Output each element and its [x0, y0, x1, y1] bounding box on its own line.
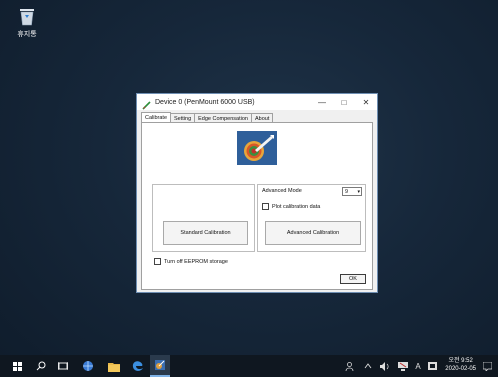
- chevron-down-icon: ▾: [357, 189, 360, 195]
- edge-browser-icon: [132, 361, 143, 371]
- minimize-button[interactable]: —: [311, 94, 333, 110]
- penmount-target-logo: [237, 131, 277, 165]
- window-title: Device 0 (PenMount 6000 USB): [155, 98, 255, 106]
- clock-time: 오전 9:52: [448, 358, 473, 364]
- people-icon[interactable]: [342, 355, 356, 377]
- windows-logo-icon: [12, 361, 22, 371]
- keyboard-icon[interactable]: [426, 355, 438, 377]
- task-view-icon: [58, 362, 68, 370]
- eeprom-checkbox[interactable]: [154, 258, 161, 265]
- penmount-app-icon: [155, 360, 165, 370]
- maximize-button[interactable]: □: [333, 94, 355, 110]
- search-icon: [36, 361, 46, 371]
- taskbar-clock[interactable]: 오전 9:52 2020-02-05: [445, 357, 476, 373]
- taskbar: A 오전 9:52 2020-02-05: [0, 355, 498, 377]
- taskbar-app-network[interactable]: [78, 355, 98, 377]
- taskbar-app-edge[interactable]: [128, 355, 148, 377]
- volume-icon[interactable]: [378, 355, 392, 377]
- recycle-bin[interactable]: 휴지통: [8, 6, 46, 39]
- plot-calibration-label: Plot calibration data: [272, 203, 321, 210]
- folder-icon: [108, 362, 120, 372]
- taskbar-app-explorer[interactable]: [104, 355, 124, 377]
- clock-date: 2020-02-05: [445, 366, 476, 372]
- plot-calibration-checkbox-row[interactable]: Plot calibration data: [262, 203, 320, 210]
- calibration-window: Device 0 (PenMount 6000 USB) — □ ✕ Calib…: [136, 93, 378, 293]
- pen-app-icon: [142, 97, 152, 110]
- ok-button[interactable]: OK: [340, 274, 366, 284]
- window-titlebar[interactable]: Device 0 (PenMount 6000 USB) — □ ✕: [137, 94, 377, 110]
- network-icon[interactable]: [396, 355, 410, 377]
- taskbar-app-penmount[interactable]: [150, 355, 170, 377]
- advanced-mode-select[interactable]: 9 ▾: [342, 187, 362, 196]
- advanced-calibration-button[interactable]: Advanced Calibration: [265, 221, 361, 245]
- close-button[interactable]: ✕: [355, 94, 377, 110]
- recycle-bin-label: 휴지통: [17, 31, 37, 38]
- eeprom-checkbox-row[interactable]: Turn off EEPROM storage: [154, 258, 228, 265]
- search-button[interactable]: [32, 355, 50, 377]
- task-view-button[interactable]: [54, 355, 72, 377]
- plot-calibration-checkbox[interactable]: [262, 203, 269, 210]
- input-language-indicator[interactable]: A: [412, 355, 424, 377]
- calibrate-panel: Standard Calibration Advanced Mode 9 ▾ P…: [141, 122, 373, 290]
- advanced-mode-value: 9: [345, 189, 349, 195]
- recycle-bin-icon: [18, 6, 36, 26]
- standard-calibration-group: Standard Calibration: [152, 184, 255, 252]
- chevron-up-icon[interactable]: [362, 355, 374, 377]
- globe-app-icon: [83, 361, 93, 371]
- notification-center-icon[interactable]: [480, 355, 494, 377]
- advanced-calibration-group: Advanced Mode 9 ▾ Plot calibration data …: [257, 184, 366, 252]
- standard-calibration-button[interactable]: Standard Calibration: [163, 221, 248, 245]
- desktop: 휴지통 Device 0 (PenMount 6000 USB) — □ ✕ C…: [0, 0, 498, 355]
- advanced-mode-label: Advanced Mode: [262, 188, 302, 194]
- eeprom-label: Turn off EEPROM storage: [164, 258, 228, 265]
- start-button[interactable]: [8, 355, 26, 377]
